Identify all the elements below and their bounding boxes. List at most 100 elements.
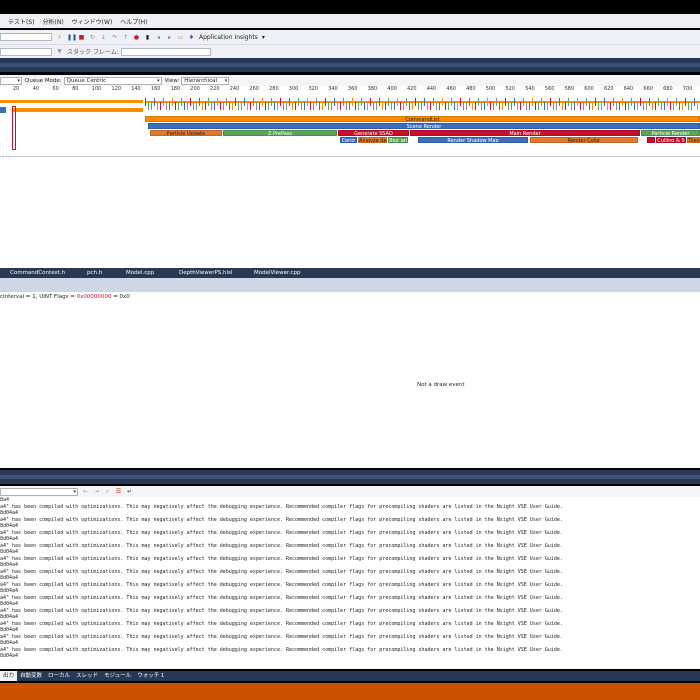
event-tick[interactable]	[589, 102, 591, 110]
event-tick[interactable]	[670, 102, 672, 110]
tiled-bar[interactable]: Tiled	[687, 137, 700, 143]
event-tick[interactable]	[691, 102, 693, 110]
tab-threads[interactable]: スレッド	[73, 671, 101, 681]
event-tick[interactable]	[466, 102, 468, 110]
event-tick[interactable]	[370, 98, 372, 106]
menu-help[interactable]: ヘルプ(H)	[120, 17, 147, 26]
event-tick[interactable]	[526, 102, 528, 110]
tab-locals[interactable]: ローカル	[45, 671, 73, 681]
event-tick[interactable]	[610, 102, 612, 110]
event-tick[interactable]	[379, 98, 381, 106]
event-tick[interactable]	[574, 102, 576, 110]
event-tick[interactable]	[697, 102, 699, 110]
clear-bookmark-icon[interactable]: ▭	[177, 34, 184, 41]
bookmark-icon[interactable]: ▮	[144, 34, 151, 41]
event-tick[interactable]	[415, 98, 417, 106]
event-tick[interactable]	[322, 102, 324, 110]
event-tick[interactable]	[286, 102, 288, 110]
event-tick[interactable]	[178, 102, 180, 110]
event-tick[interactable]	[499, 102, 501, 110]
event-tick[interactable]	[289, 98, 291, 106]
queue-mode-combo[interactable]: Queue Centric ▾	[63, 76, 162, 85]
tab-depthviewerps-hlsl[interactable]: DepthViewerPS.hlsl	[175, 269, 236, 278]
restart-icon[interactable]: ↻	[89, 34, 96, 41]
event-tick[interactable]	[388, 98, 390, 106]
event-tick[interactable]	[304, 102, 306, 110]
event-tick[interactable]	[421, 102, 423, 110]
event-tick[interactable]	[163, 98, 165, 106]
event-tick[interactable]	[259, 102, 261, 110]
event-tick[interactable]	[511, 102, 513, 110]
tab-model-cpp[interactable]: Model.cpp	[122, 269, 158, 278]
render-color-bar[interactable]: Render Color	[530, 137, 638, 143]
event-tick[interactable]	[535, 102, 537, 110]
tab-output[interactable]: 出力	[0, 671, 18, 681]
event-tick[interactable]	[394, 102, 396, 110]
event-tick[interactable]	[274, 102, 276, 110]
event-tick[interactable]	[277, 102, 279, 110]
event-tick[interactable]	[658, 98, 660, 106]
event-tick[interactable]	[361, 98, 363, 106]
event-tick[interactable]	[682, 102, 684, 110]
event-tick[interactable]	[217, 98, 219, 106]
event-tick[interactable]	[358, 102, 360, 110]
main-render-bar[interactable]: Main Render	[410, 130, 640, 136]
event-tick[interactable]	[502, 102, 504, 110]
event-tick[interactable]	[367, 102, 369, 110]
event-tick[interactable]	[169, 102, 171, 110]
event-tick[interactable]	[505, 98, 507, 106]
step-over-icon[interactable]: ↷	[111, 34, 118, 41]
event-tick[interactable]	[250, 102, 252, 110]
event-tick[interactable]	[556, 102, 558, 110]
event-tick[interactable]	[613, 98, 615, 106]
event-tick[interactable]	[652, 102, 654, 110]
blur-ao-bar[interactable]: Blur an	[388, 137, 408, 143]
event-tick[interactable]	[439, 102, 441, 110]
event-tick[interactable]	[352, 98, 354, 106]
event-tick[interactable]	[184, 102, 186, 110]
output-source-combo[interactable]: ▾	[0, 487, 78, 496]
event-tick[interactable]	[316, 98, 318, 106]
event-tick[interactable]	[445, 102, 447, 110]
filter-combo[interactable]: ▾	[0, 76, 22, 85]
event-tick[interactable]	[631, 98, 633, 106]
event-tick[interactable]	[460, 98, 462, 106]
filter-icon[interactable]: ▼	[56, 48, 63, 55]
event-tick[interactable]	[424, 98, 426, 106]
event-tick[interactable]	[193, 102, 195, 110]
event-tick[interactable]	[325, 98, 327, 106]
event-tick[interactable]	[172, 98, 174, 106]
event-tick[interactable]	[427, 102, 429, 110]
event-tick[interactable]	[199, 98, 201, 106]
event-tick[interactable]	[547, 102, 549, 110]
event-tick[interactable]	[292, 102, 294, 110]
event-tick[interactable]	[685, 98, 687, 106]
event-tick[interactable]	[211, 102, 213, 110]
event-tick[interactable]	[229, 102, 231, 110]
menu-window[interactable]: ウィンドウ(W)	[72, 17, 113, 26]
tab-modules[interactable]: モジュール	[101, 671, 134, 681]
event-tick[interactable]	[673, 102, 675, 110]
event-tick[interactable]	[319, 102, 321, 110]
event-tick[interactable]	[520, 102, 522, 110]
small-red-bar[interactable]	[647, 137, 655, 143]
event-tick[interactable]	[232, 102, 234, 110]
event-tick[interactable]	[529, 102, 531, 110]
render-shadow-map-bar[interactable]: Render Shadow Map	[418, 137, 528, 143]
event-tick[interactable]	[463, 102, 465, 110]
event-tick[interactable]	[400, 102, 402, 110]
event-tick[interactable]	[469, 98, 471, 106]
stack-frame-combo[interactable]	[120, 47, 211, 56]
event-tick[interactable]	[343, 98, 345, 106]
event-tick[interactable]	[346, 102, 348, 110]
event-tick[interactable]	[490, 102, 492, 110]
event-tick[interactable]	[649, 98, 651, 106]
event-tick[interactable]	[601, 102, 603, 110]
step-out-icon[interactable]: ↑	[122, 34, 129, 41]
event-tick[interactable]	[334, 98, 336, 106]
event-tick[interactable]	[151, 102, 153, 110]
event-tick[interactable]	[487, 98, 489, 106]
menu-test[interactable]: テスト(S)	[8, 17, 35, 26]
event-tick[interactable]	[532, 98, 534, 106]
generate-ssao-bar[interactable]: Generate SSAO	[338, 130, 409, 136]
